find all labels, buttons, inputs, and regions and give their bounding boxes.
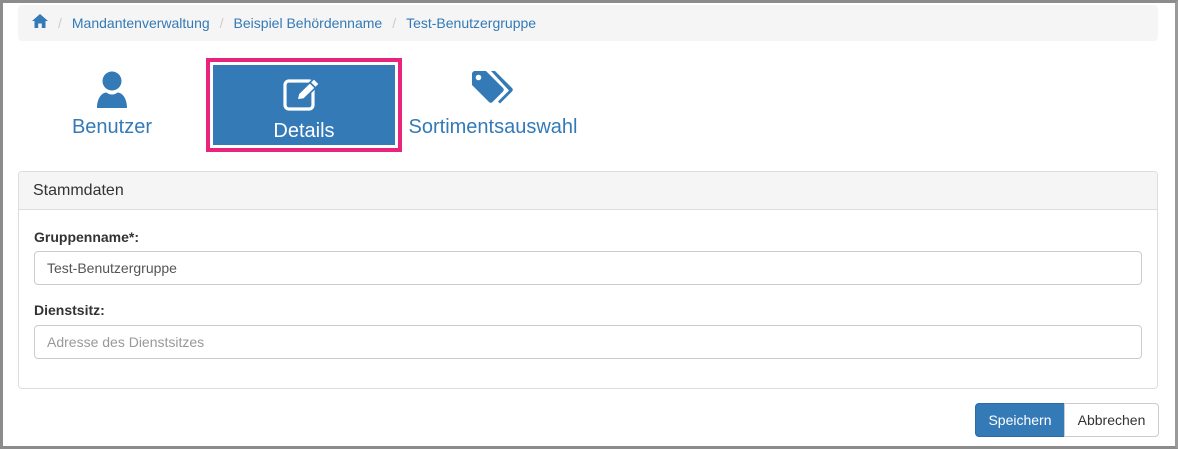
save-button[interactable]: Speichern: [975, 403, 1065, 437]
office-label: Dienstsitz:: [34, 302, 105, 318]
tab-users[interactable]: Benutzer: [62, 58, 162, 152]
tab-assortment-label: Sortimentsauswahl: [408, 116, 578, 138]
office-input[interactable]: [34, 325, 1142, 359]
group-name-input[interactable]: [34, 251, 1142, 285]
breadcrumb-item-tenant-admin[interactable]: Mandantenverwaltung: [72, 15, 210, 31]
tab-details-label: Details: [273, 120, 335, 142]
breadcrumb-item-current: Test-Benutzergruppe: [406, 15, 537, 31]
home-icon: [32, 14, 48, 28]
breadcrumb-item-authority[interactable]: Beispiel Behördenname: [234, 15, 383, 31]
user-icon: [97, 71, 127, 108]
panel-title: Stammdaten: [19, 172, 1157, 210]
tab-details[interactable]: Details: [206, 58, 402, 152]
home-link[interactable]: [32, 14, 48, 31]
breadcrumb-separator: /: [392, 15, 397, 31]
breadcrumb-separator: /: [219, 15, 224, 31]
tags-icon: [472, 71, 513, 104]
cancel-button[interactable]: Abbrechen: [1064, 403, 1159, 437]
breadcrumb-separator: /: [58, 15, 62, 31]
master-data-panel: Stammdaten Gruppenname*: Dienstsitz:: [18, 171, 1158, 389]
edit-icon: [283, 77, 321, 111]
group-name-label: Gruppenname*:: [34, 229, 140, 245]
breadcrumb: / Mandantenverwaltung / Beispiel Behörde…: [18, 5, 1158, 41]
tab-users-label: Benutzer: [71, 116, 153, 138]
tab-assortment[interactable]: Sortimentsauswahl: [404, 58, 582, 152]
